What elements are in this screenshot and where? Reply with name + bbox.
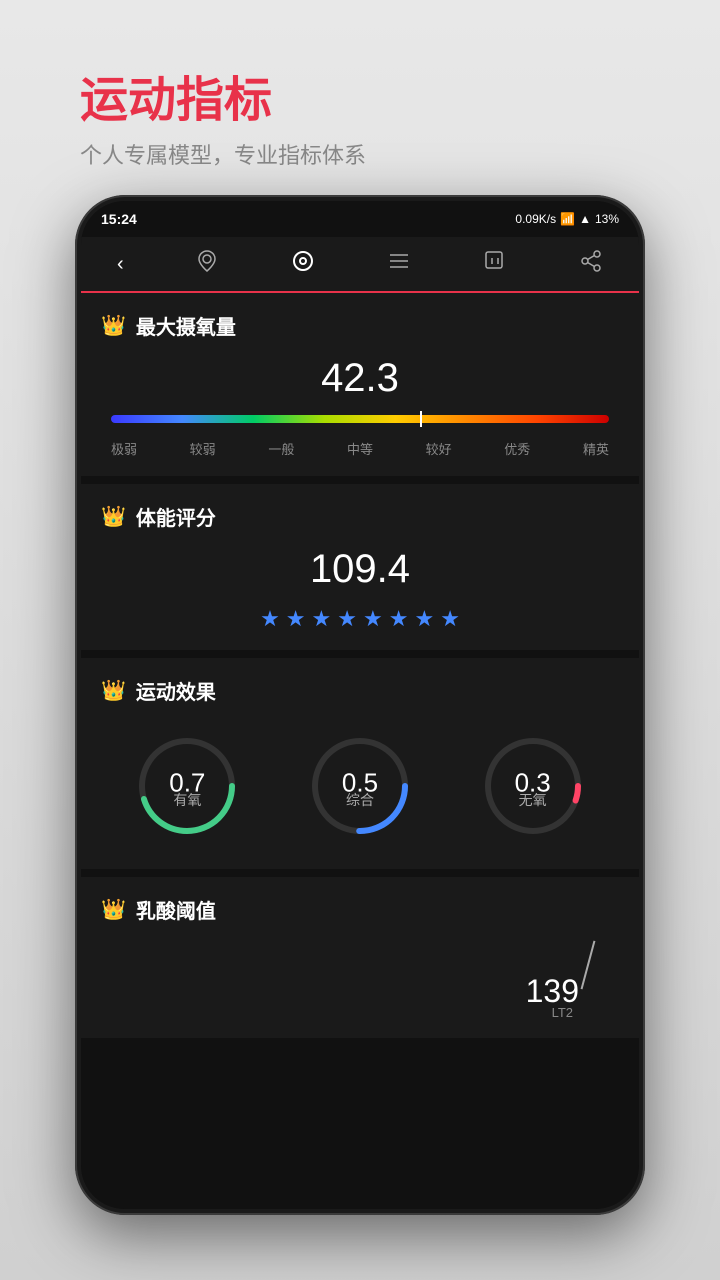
anaerobic-circle: 0.3 无氧 [478,731,588,841]
activity-icon[interactable] [291,249,315,279]
rainbow-indicator [420,411,422,427]
fitness-title: 体能评分 [136,502,216,531]
page-title: 运动指标 [80,60,366,130]
vo2max-header: 👑 最大摄氧量 [101,311,619,340]
fitness-value: 109.4 [101,547,619,592]
lactate-header: 👑 乳酸阈值 [101,895,619,924]
scale-中等: 中等 [347,439,373,458]
page-subtitle: 个人专属模型，专业指标体系 [80,138,366,170]
star-1: ★ [260,606,280,632]
nav-bar: ‹ [81,237,639,293]
vo2max-value: 42.3 [101,356,619,401]
back-button[interactable]: ‹ [117,253,124,276]
crown-icon-effect: 👑 [101,678,126,703]
comprehensive-circle: 0.5 综合 [305,731,415,841]
search-icon[interactable] [483,249,507,279]
anaerobic-label: 无氧 [519,790,547,810]
battery: 13% [595,212,619,226]
scale-一般: 一般 [268,439,294,458]
scale-较弱: 较弱 [190,439,216,458]
star-6: ★ [389,606,409,632]
status-bar: 15:24 0.09K/s 📶 ▲ 13% [81,201,639,237]
star-8: ★ [440,606,460,632]
vo2max-title: 最大摄氧量 [136,311,236,340]
star-5: ★ [363,606,383,632]
fitness-section: 👑 体能评分 109.4 ★ ★ ★ ★ ★ ★ ★ ★ [81,484,639,650]
phone-inner: 15:24 0.09K/s 📶 ▲ 13% ‹ [81,201,639,1209]
aerobic-label: 有氧 [173,790,201,810]
anaerobic-circle-wrap: 0.3 无氧 [478,731,588,841]
bluetooth-icon: 📶 [560,212,575,226]
lactate-title: 乳酸阈值 [136,895,216,924]
active-indicator [345,291,375,293]
scale-labels: 极弱 较弱 一般 中等 较好 优秀 精英 [111,439,609,458]
phone-frame: 15:24 0.09K/s 📶 ▲ 13% ‹ [75,195,645,1215]
scale-极弱: 极弱 [111,439,137,458]
status-right: 0.09K/s 📶 ▲ 13% [515,212,619,226]
crown-icon-lactate: 👑 [101,897,126,922]
stars-row: ★ ★ ★ ★ ★ ★ ★ ★ [101,606,619,632]
lactate-label: LT2 [552,1005,573,1020]
scale-较好: 较好 [426,439,452,458]
star-4: ★ [337,606,357,632]
lactate-chart-area: 139 LT2 [101,940,619,1020]
star-7: ★ [414,606,434,632]
crown-icon-vo2max: 👑 [101,313,126,338]
exercise-effect-title: 运动效果 [136,676,216,705]
effect-circles: 0.7 有氧 0.5 综合 [101,721,619,851]
wifi-icon: ▲ [579,212,591,226]
list-icon[interactable] [387,249,411,279]
crown-icon-fitness: 👑 [101,504,126,529]
vo2max-section: 👑 最大摄氧量 42.3 极弱 较弱 一般 中等 较好 优秀 精英 [81,293,639,476]
comprehensive-label: 综合 [346,790,374,810]
comprehensive-circle-wrap: 0.5 综合 [305,731,415,841]
star-3: ★ [312,606,332,632]
network-speed: 0.09K/s [515,212,556,226]
map-icon[interactable] [195,249,219,279]
aerobic-circle: 0.7 有氧 [132,731,242,841]
scale-优秀: 优秀 [504,439,530,458]
star-2: ★ [286,606,306,632]
exercise-effect-header: 👑 运动效果 [101,676,619,705]
exercise-effect-section: 👑 运动效果 0.7 有氧 [81,658,639,869]
lactate-section: 👑 乳酸阈值 139 LT2 [81,877,639,1038]
rainbow-bar-container [111,415,609,423]
page-header: 运动指标 个人专属模型，专业指标体系 [80,60,366,170]
phone-content: 👑 最大摄氧量 42.3 极弱 较弱 一般 中等 较好 优秀 精英 [81,293,639,1209]
fitness-header: 👑 体能评分 [101,502,619,531]
share-icon[interactable] [579,249,603,279]
aerobic-circle-wrap: 0.7 有氧 [132,731,242,841]
status-time: 15:24 [101,211,137,227]
rainbow-bar [111,415,609,423]
scale-精英: 精英 [583,439,609,458]
lactate-line [581,941,596,990]
